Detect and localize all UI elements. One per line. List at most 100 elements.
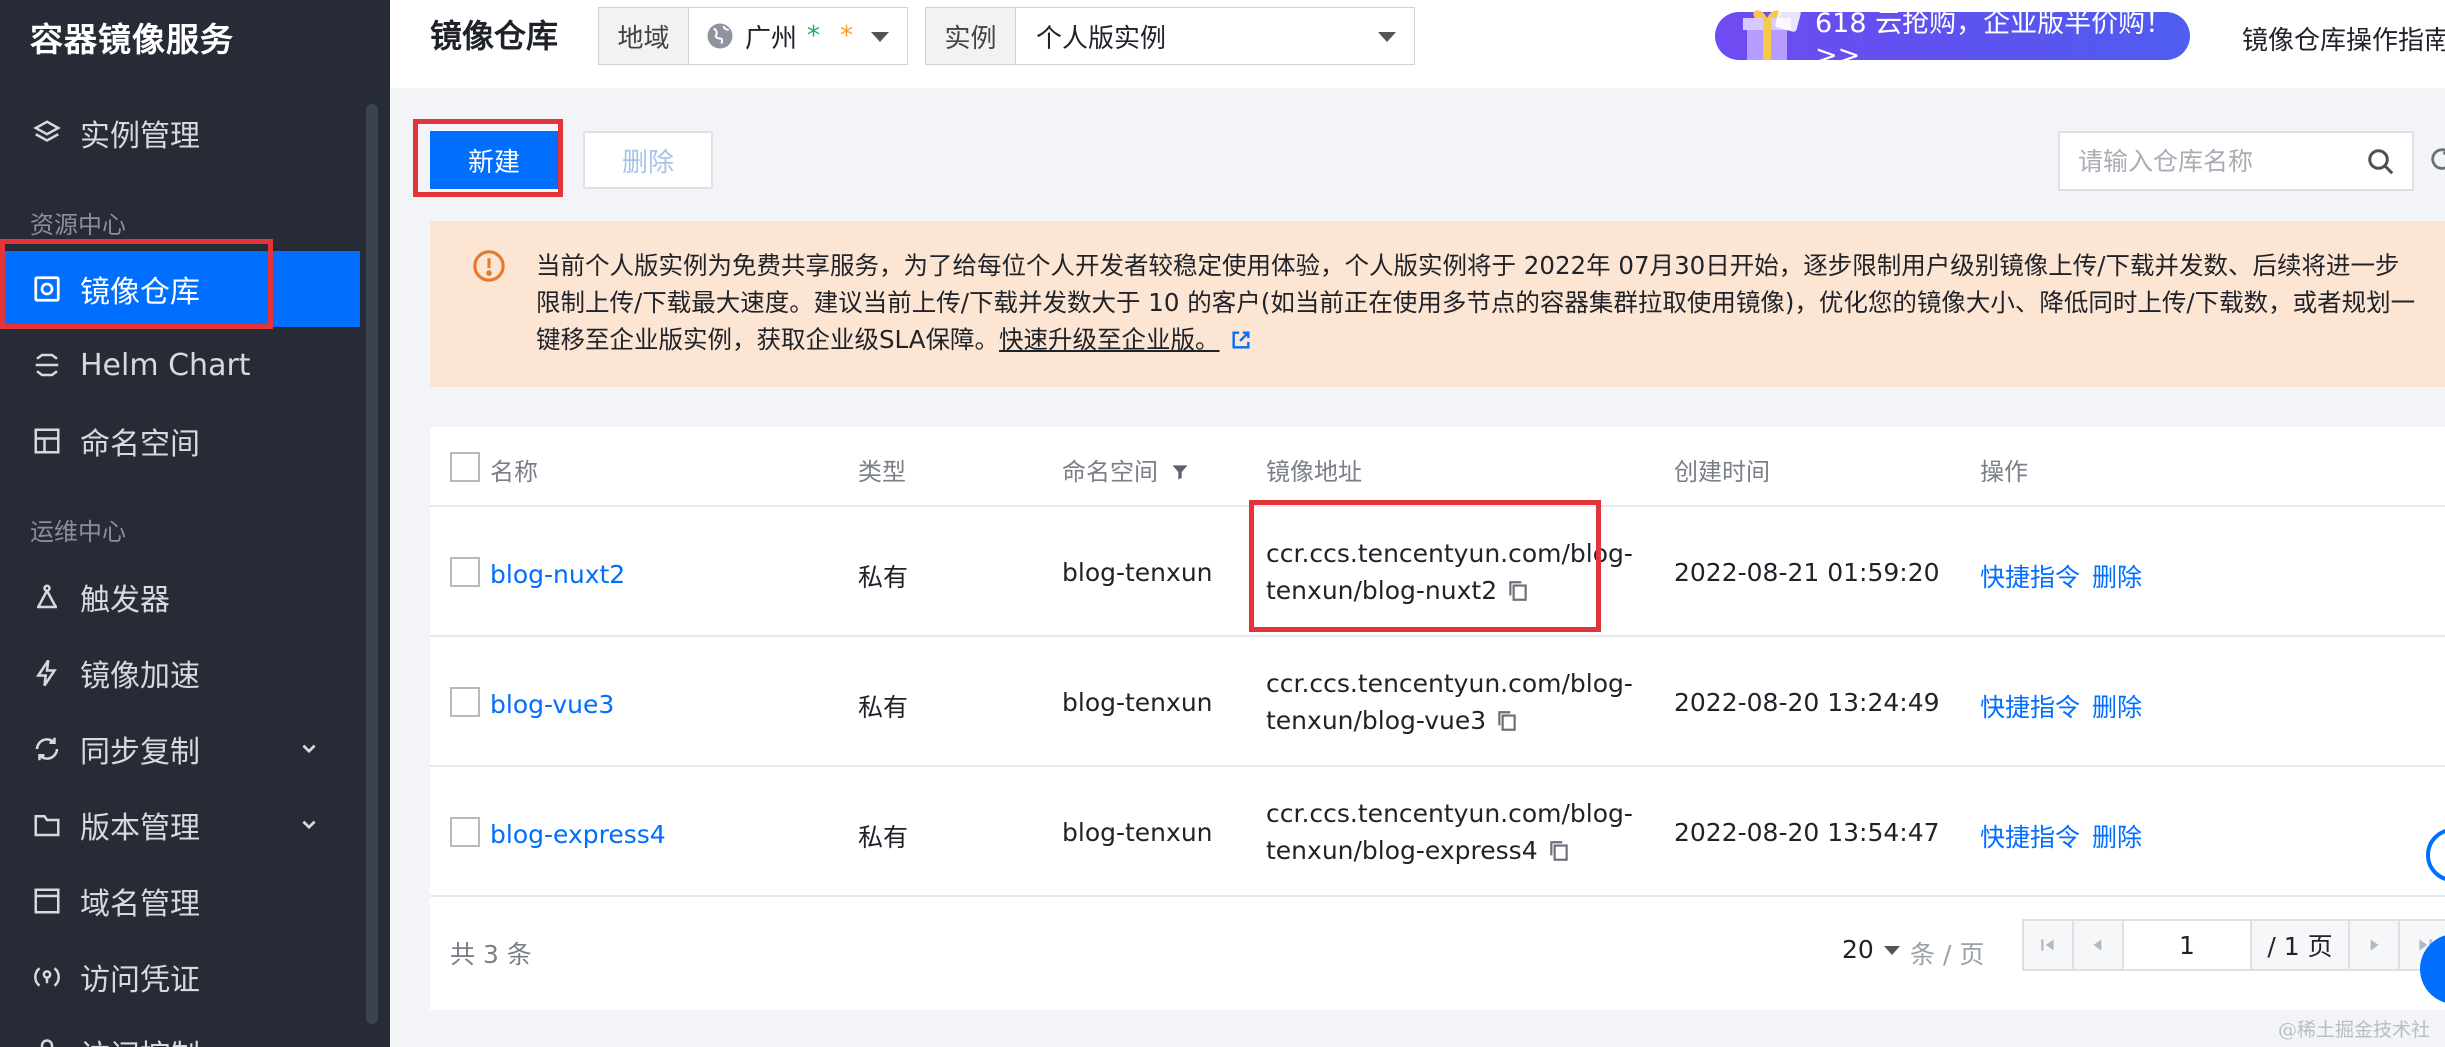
filter-icon[interactable] [1170,462,1190,482]
region-selector[interactable]: 地域 广州 * * [598,7,908,65]
instance-value: 个人版实例 [1036,23,1167,54]
page-size-select[interactable]: 20 [1842,935,1900,964]
page-title: 镜像仓库 [430,17,559,55]
address-line-2: tenxun/blog-nuxt2 [1266,576,1498,605]
sidebar-item-credentials[interactable]: 访问凭证 [0,939,360,1015]
helm-chart-icon [30,348,64,382]
copy-icon[interactable] [1507,579,1529,603]
quick-command-link[interactable]: 快捷指令 [1980,688,2080,724]
refresh-icon[interactable] [2428,145,2445,173]
repository-icon [30,272,64,306]
notice-text: 当前个人版实例为免费共享服务，为了给每位个人开发者较稳定使用体验，个人版实例将于… [536,247,2416,358]
dropdown-arrow-icon [871,32,889,42]
repository-namespace: blog-tenxun [1062,688,1213,717]
address-line-1: ccr.ccs.tencentyun.com/blog- [1266,539,1633,568]
sidebar-item-triggers[interactable]: 触发器 [0,559,360,635]
search-input[interactable] [2060,146,2350,176]
repository-created-time: 2022-08-20 13:24:49 [1674,688,1940,717]
watermark: @稀土掘金技术社区 [2278,1019,2431,1047]
column-header-created: 创建时间 [1674,458,1770,486]
sidebar-item-label: 域名管理 [80,887,200,922]
next-page-button[interactable] [2350,921,2400,969]
sidebar-item-helm-chart[interactable]: Helm Chart [0,327,360,403]
repository-table-panel: 名称 类型 命名空间 镜像地址 创建时间 操作 blog-nuxt2 私有 bl… [430,427,2445,1010]
sidebar-item-instances[interactable]: 实例管理 [0,95,360,171]
delete-row-link[interactable]: 删除 [2092,558,2142,594]
repository-namespace: blog-tenxun [1062,818,1213,847]
select-all-checkbox[interactable] [450,452,480,482]
delete-row-link[interactable]: 删除 [2092,818,2142,854]
sidebar-item-label: Helm Chart [80,347,251,383]
quick-command-link[interactable]: 快捷指令 [1980,558,2080,594]
domain-icon [30,884,64,918]
instance-dropdown[interactable]: 个人版实例 [1016,8,1414,64]
sidebar-item-versions[interactable]: 版本管理 [0,787,360,863]
sidebar-item-label: 镜像仓库 [80,275,200,310]
sidebar-item-acceleration[interactable]: 镜像加速 [0,635,360,711]
page-number-input[interactable] [2124,921,2252,969]
delete-row-link[interactable]: 删除 [2092,688,2142,724]
group-label-resource-center: 资源中心 [30,211,126,239]
sidebar-item-label: 访问控制 [80,1031,200,1047]
sidebar-item-label: 触发器 [80,583,170,618]
address-line-2: tenxun/blog-vue3 [1266,706,1487,735]
operation-guide-link[interactable]: 镜像仓库操作指南 [2242,20,2445,57]
region-star-green: * [807,21,821,51]
layers-icon [30,116,64,150]
repository-type: 私有 [858,563,909,592]
warning-icon [473,250,505,282]
prev-page-button[interactable] [2074,921,2124,969]
notice-banner: 当前个人版实例为免费共享服务，为了给每位个人开发者较稳定使用体验，个人版实例将于… [430,221,2445,387]
instance-selector[interactable]: 实例 个人版实例 [925,7,1415,65]
repository-name-link[interactable]: blog-express4 [490,820,666,849]
upgrade-enterprise-link[interactable]: 快速升级至企业版。 [999,325,1220,354]
search-icon[interactable] [2366,147,2396,177]
sidebar-item-access-control[interactable]: 访问控制 [0,1015,360,1047]
total-count: 共 3 条 [450,940,532,969]
repository-name-link[interactable]: blog-nuxt2 [490,560,625,589]
pagination: / 1 页 [2022,919,2445,971]
sidebar-item-label: 同步复制 [80,735,200,770]
table-header: 名称 类型 命名空间 镜像地址 创建时间 操作 [430,427,2445,507]
repository-name-link[interactable]: blog-vue3 [490,690,614,719]
sidebar-item-domains[interactable]: 域名管理 [0,863,360,939]
address-line-1: ccr.ccs.tencentyun.com/blog- [1266,669,1633,698]
delete-button[interactable]: 删除 [583,131,713,189]
copy-icon[interactable] [1548,839,1570,863]
column-header-type: 类型 [858,458,906,486]
region-dropdown[interactable]: 广州 * * [689,8,907,64]
repository-namespace: blog-tenxun [1062,558,1213,587]
sidebar-item-sync[interactable]: 同步复制 [0,711,360,787]
sidebar-item-label: 版本管理 [80,811,200,846]
repository-address: ccr.ccs.tencentyun.com/blog- tenxun/blog… [1266,665,1633,739]
column-header-namespace[interactable]: 命名空间 [1062,452,1190,487]
first-page-button[interactable] [2024,921,2074,969]
sidebar-item-label: 访问凭证 [80,963,200,998]
group-label-ops-center: 运维中心 [30,518,126,546]
table-row: blog-express4 私有 blog-tenxun ccr.ccs.ten… [430,767,2445,897]
total-pages: / 1 页 [2252,921,2350,969]
quick-command-link[interactable]: 快捷指令 [1980,818,2080,854]
copy-icon[interactable] [1496,709,1518,733]
column-header-namespace-label: 命名空间 [1062,458,1158,486]
table-footer: 共 3 条 20 条 / 页 / 1 页 [430,899,2445,1010]
row-checkbox[interactable] [450,817,480,847]
repository-search-box[interactable] [2058,131,2414,191]
table-row: blog-nuxt2 私有 blog-tenxun ccr.ccs.tencen… [430,507,2445,637]
sidebar-item-namespaces[interactable]: 命名空间 [0,403,360,479]
external-link-icon[interactable] [1230,329,1252,351]
column-header-name: 名称 [490,458,538,486]
row-checkbox[interactable] [450,687,480,717]
sidebar-item-repositories[interactable]: 镜像仓库 [0,251,360,327]
sync-icon [30,732,64,766]
repository-created-time: 2022-08-21 01:59:20 [1674,558,1940,587]
page-size-value: 20 [1842,935,1874,964]
row-checkbox[interactable] [450,557,480,587]
notice-body: 当前个人版实例为免费共享服务，为了给每位个人开发者较稳定使用体验，个人版实例将于… [536,251,2416,354]
new-repository-button[interactable]: 新建 [430,131,558,189]
region-label: 地域 [599,8,689,64]
promo-banner[interactable]: 618 云抢购，企业版半价购！ >> [1715,6,2190,71]
sidebar-scrollbar[interactable] [366,104,378,1024]
sidebar-item-label: 镜像加速 [80,659,200,694]
promo-text: 618 云抢购，企业版半价购！ >> [1815,8,2173,71]
